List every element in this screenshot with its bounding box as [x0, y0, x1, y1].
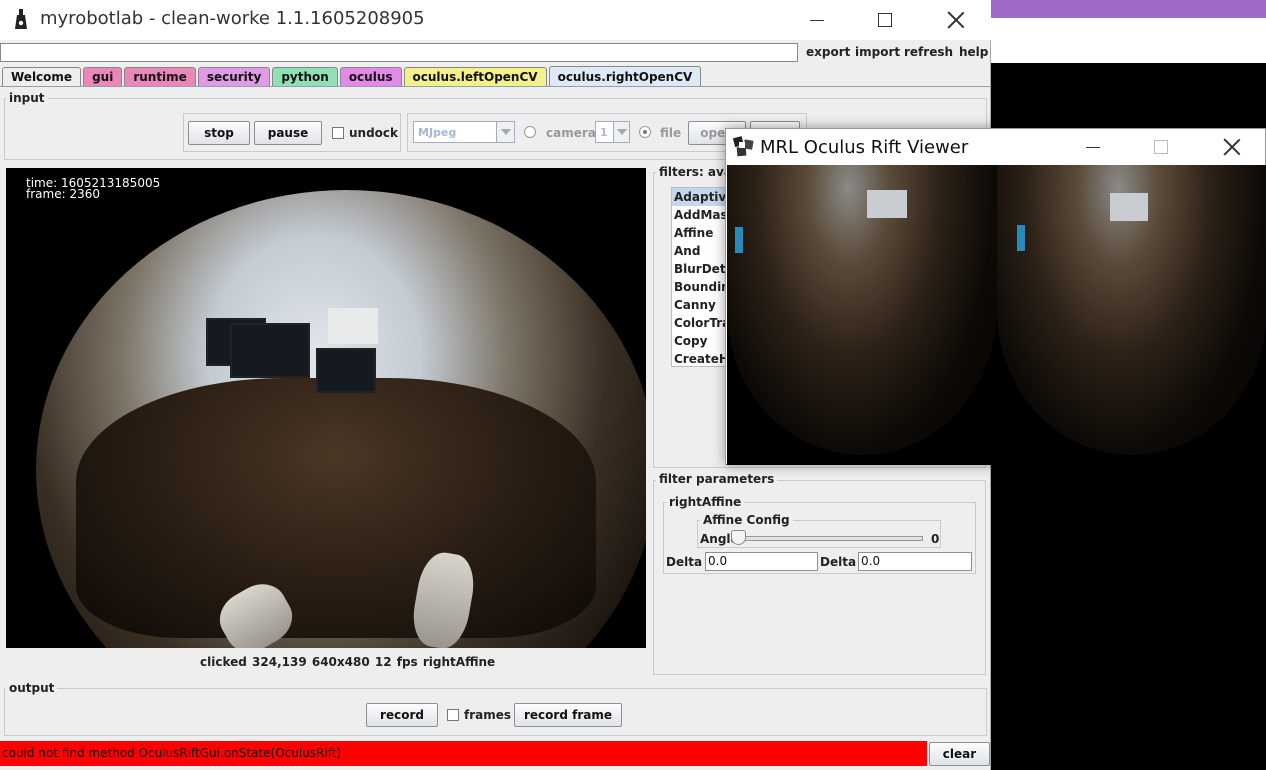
chevron-down-icon [613, 122, 629, 142]
filter-parameters-title: filter parameters [656, 472, 778, 486]
help-link[interactable]: help [959, 45, 988, 59]
camera-label: camera [546, 126, 596, 140]
record-button[interactable]: record [366, 703, 438, 727]
maximize-icon [878, 13, 892, 27]
oculus-viewer-window: MRL Oculus Rift Viewer [725, 128, 1266, 465]
tab-gui[interactable]: gui [83, 67, 123, 86]
video-status: clicked 324,139 640x480 12 fps rightAffi… [200, 655, 496, 669]
left-eye-image [727, 165, 997, 455]
camera-index-select[interactable]: 1 [595, 121, 630, 143]
right-affine-title: rightAffine [666, 495, 745, 509]
oculus-maximize-button[interactable] [1141, 133, 1181, 161]
grabber-select-value: MJpeg [418, 125, 457, 139]
pause-button[interactable]: pause [254, 121, 322, 145]
record-frame-button[interactable]: record frame [514, 703, 622, 727]
oculus-stereo-view[interactable] [727, 165, 1266, 465]
tab-oculus-right-opencv[interactable]: oculus.rightOpenCV [548, 66, 702, 87]
delta-x-field[interactable]: 0.0 [705, 552, 818, 571]
delta-y-field[interactable]: 0.0 [858, 552, 972, 571]
left-eye-whiteboard [867, 190, 907, 218]
input-group-title: input [6, 91, 48, 105]
tab-oculus-left-opencv[interactable]: oculus.leftOpenCV [403, 67, 547, 86]
tab-security[interactable]: security [197, 67, 271, 86]
mrl-logo-icon [733, 136, 754, 157]
tab-oculus[interactable]: oculus [339, 67, 402, 86]
refresh-link[interactable]: refresh [904, 45, 953, 59]
camera-radio[interactable] [524, 126, 536, 138]
undock-label: undock [349, 126, 399, 140]
close-icon [1223, 138, 1241, 156]
close-icon [947, 11, 965, 29]
app-icon [15, 9, 27, 29]
undock-checkbox[interactable] [332, 127, 344, 139]
tab-runtime[interactable]: runtime [124, 67, 196, 86]
oculus-right-eye [997, 165, 1266, 465]
stop-button[interactable]: stop [188, 121, 250, 145]
camera-index-value: 1 [600, 125, 608, 139]
angle-value: 0 [931, 532, 940, 546]
video-whiteboard [328, 308, 378, 344]
video-display[interactable]: time: 1605213185005 frame: 2360 [6, 168, 646, 648]
video-overlay: time: 1605213185005 frame: 2360 [26, 177, 160, 201]
left-eye-window [735, 227, 743, 253]
video-room-shadow [76, 378, 596, 638]
oculus-minimize-button[interactable] [1073, 133, 1113, 161]
desktop-purple-strip [990, 0, 1266, 18]
minimize-icon [1086, 146, 1100, 148]
maximize-icon [1154, 140, 1168, 154]
error-status-bar: could not find method OculusRiftGui.onSt… [0, 741, 927, 766]
import-link[interactable]: import [855, 45, 900, 59]
desktop-white-area [990, 18, 1266, 63]
right-eye-window [1017, 225, 1025, 251]
clear-button[interactable]: clear [929, 742, 990, 766]
frames-checkbox[interactable] [447, 709, 459, 721]
video-frame-count: frame: 2360 [26, 187, 100, 201]
angle-slider-thumb[interactable] [731, 530, 746, 545]
title-bar[interactable]: myrobotlab - clean-worke 1.1.1605208905 [0, 0, 991, 40]
right-eye-whiteboard [1110, 193, 1148, 221]
file-radio[interactable] [639, 126, 651, 138]
affine-config-title: Affine Config [700, 513, 793, 527]
tab-python[interactable]: python [272, 67, 338, 86]
chevron-down-icon [496, 122, 514, 142]
angle-slider-track[interactable] [735, 536, 923, 541]
tab-divider [0, 86, 991, 87]
grabber-select[interactable]: MJpeg [413, 121, 515, 143]
file-label: file [660, 126, 682, 140]
video-monitor [316, 348, 376, 393]
maximize-button[interactable] [865, 6, 905, 34]
close-button[interactable] [936, 6, 976, 34]
export-link[interactable]: export [806, 45, 850, 59]
window-title: myrobotlab - clean-worke 1.1.1605208905 [40, 8, 425, 29]
minimize-button[interactable] [797, 6, 837, 34]
minimize-icon [810, 19, 824, 21]
command-input[interactable] [0, 43, 798, 62]
tab-welcome[interactable]: Welcome [2, 67, 82, 86]
output-group-title: output [6, 681, 58, 695]
frames-label: frames [464, 708, 512, 722]
tab-bar: Welcome gui runtime security python ocul… [2, 66, 703, 87]
oculus-left-eye [727, 165, 997, 465]
oculus-viewer-title: MRL Oculus Rift Viewer [760, 137, 969, 158]
video-monitor [230, 323, 310, 378]
oculus-close-button[interactable] [1212, 133, 1252, 161]
